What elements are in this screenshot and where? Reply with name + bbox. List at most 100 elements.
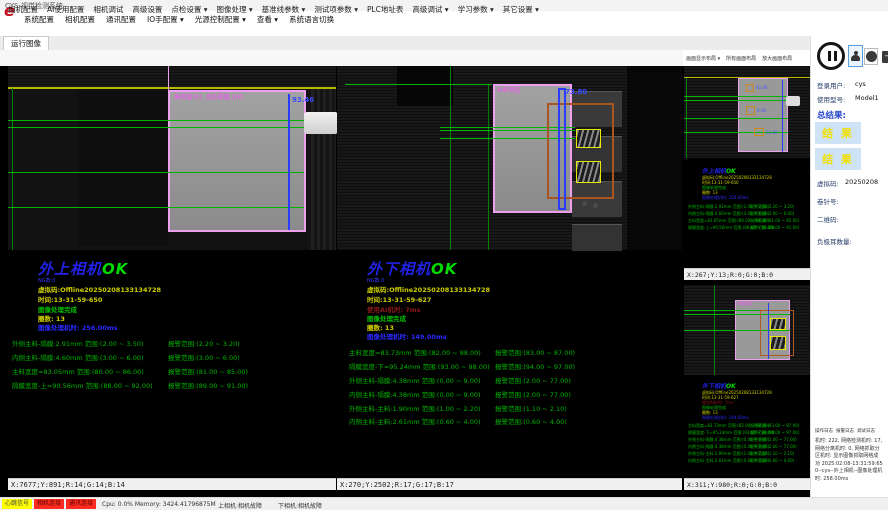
log-tab-operation[interactable]: 操作日志 xyxy=(815,428,833,434)
tool-advanced-debug[interactable]: 高级调试 ▾ xyxy=(412,4,448,15)
camera-result-title: 外上相机OK xyxy=(702,166,736,175)
menu-view[interactable]: 查看 ▾ xyxy=(257,14,278,25)
log-tab-alarm[interactable]: 报警日志 xyxy=(836,428,854,434)
measurement-row: 主料宽度=83.05mm 范围:(80.00 ~ 86.00) xyxy=(12,366,144,376)
overlay-green-line xyxy=(684,96,788,97)
toolbar xyxy=(0,50,683,67)
threshold-note: 高阈值:93, 动态阈值:100 xyxy=(174,92,243,101)
tab-strip xyxy=(0,36,888,51)
winding-pin-label: 卷针号: xyxy=(817,196,839,206)
tool-test-params[interactable]: 测试项参数 ▾ xyxy=(314,4,358,15)
tool-other-settings[interactable]: 其它设置 ▾ xyxy=(503,4,539,15)
alarm-range: 报警范围:(89.00 ~ 91.00) xyxy=(168,380,248,390)
tool-ai-config[interactable]: AI使用配置 xyxy=(47,4,84,15)
tool-learn-params[interactable]: 学习参数 ▾ xyxy=(458,4,494,15)
tool-advanced-settings[interactable]: 高级设置 xyxy=(132,4,162,15)
toolbar-items: 相机配置 AI使用配置 相机调试 高级设置 点检设置 ▾ 图像处理 ▾ 基准线参… xyxy=(8,4,539,15)
overlay-green-line xyxy=(8,127,304,128)
mini-view-upper[interactable]: 92.48 8.06 23.40 外上相机OK 虚拟码:Offline20250… xyxy=(684,66,810,280)
qr-code-label: 二维码: xyxy=(817,214,839,224)
layout-tab-display[interactable]: 画面显示布局 ▾ xyxy=(686,55,720,62)
overlay-green-vline xyxy=(12,88,13,250)
menu-comm-config[interactable]: 通讯配置 xyxy=(106,14,136,25)
app-status-bar: 心跳信号 相机连接 通讯连接 Cpu: 0.0% Memory: 3424.41… xyxy=(0,497,888,510)
menu-language-switch[interactable]: 系统语言切换 xyxy=(289,14,334,25)
login-user-value: cys xyxy=(855,80,866,88)
alarm-range: 报警范围:(83.00 ~ 87.00) xyxy=(495,347,575,357)
alarm-range: 报警范围:(83.00 ~ 87.00) xyxy=(750,423,799,429)
overlay-green-line xyxy=(8,120,304,121)
overlay-orange-box xyxy=(746,106,755,115)
connector-tab xyxy=(304,112,338,134)
pixel-coordinate-bar: X:311;Y:980;R:0;G:0;B:0 xyxy=(684,478,810,490)
user-icon xyxy=(851,51,860,62)
camera-result: OK xyxy=(102,260,128,278)
pause-button[interactable] xyxy=(817,42,845,70)
log-tabs: 操作日志 报警日志 调试日志 xyxy=(815,428,875,434)
upper-camera-status: 上相机:相机故障 xyxy=(218,501,262,510)
overlay-pink-vline xyxy=(168,66,169,90)
heartbeat-badge: 心跳信号 xyxy=(2,499,32,509)
tool-baseline-params[interactable]: 基准线参数 ▾ xyxy=(262,4,306,15)
machine-texture xyxy=(627,66,682,250)
cpu-memory-text: Cpu: 0.0% Memory: 3424.41796875M xyxy=(102,501,216,508)
layout-tab-all[interactable]: 所有画面布局 xyxy=(726,55,756,62)
camera-sub-info: NG数:0 xyxy=(38,277,55,284)
overlay-green-vline xyxy=(488,84,489,250)
machine-block xyxy=(572,224,622,251)
alarm-range: 报警范围:(81.00 ~ 85.00) xyxy=(168,366,248,376)
tab-run-image[interactable]: 运行图像 xyxy=(3,36,49,50)
time-line: 时间:13-31-59-627 xyxy=(367,294,431,304)
camera-result: OK xyxy=(726,168,736,175)
mini-measure-label: 8.06 xyxy=(757,108,766,113)
camera-result: OK xyxy=(726,383,736,390)
overlay-measure-line xyxy=(768,303,769,359)
menu-io-config[interactable]: IO手配置 ▾ xyxy=(147,14,184,25)
menu-camera-config[interactable]: 相机配置 xyxy=(65,14,95,25)
overlay-yellow-box xyxy=(770,318,786,330)
tool-plc-address[interactable]: PLC地址表 xyxy=(367,4,403,15)
alarm-range: 报警范围:(0.60 ~ 4.00) xyxy=(495,416,567,426)
overlay-yellow-box xyxy=(576,161,601,183)
connector-tab xyxy=(786,96,800,106)
cell-region xyxy=(168,90,306,232)
camera-name: 外上相机 xyxy=(702,168,726,175)
menu-light-config[interactable]: 光源控制配置 ▾ xyxy=(195,14,246,25)
camera-view-lower[interactable]: AI检测区 73.80 外下相机OK NG数:0 虚拟码:Offline2025… xyxy=(337,66,682,490)
virtual-code-value: 20250208 xyxy=(845,178,878,186)
overlay-measure-line xyxy=(782,80,783,152)
measurement-row: 内侧主料-隔膜:4.60mm 范围:(3.00 ~ 6.00) xyxy=(12,352,144,362)
operator-mode-button[interactable] xyxy=(848,45,863,67)
alarm-range: 报警范围:(89.00 ~ 91.00) xyxy=(750,225,799,231)
mini-view-lower[interactable]: AI检测区 外下相机OK 虚拟码:Offline2025020813313472… xyxy=(684,281,810,490)
engineer-mode-button[interactable] xyxy=(864,48,878,65)
camera-name: 外上相机 xyxy=(38,260,102,278)
measurement-row: 隔膜宽度-上=90.56mm 范围:(88.00 ~ 92.00) xyxy=(12,380,153,390)
layout-strip: 画面显示布局 ▾ 所有画面布局 放大画面布局 xyxy=(683,50,810,67)
camera-result-title: 外下相机OK xyxy=(702,381,736,390)
tool-image-process[interactable]: 图像处理 ▾ xyxy=(217,4,253,15)
layout-tab-zoom[interactable]: 放大画面布局 xyxy=(762,55,792,62)
alarm-range: 报警范围:(94.00 ~ 97.00) xyxy=(750,430,799,436)
tool-spot-check[interactable]: 点检设置 ▾ xyxy=(171,4,207,15)
measure-value: 73.80 xyxy=(565,88,587,96)
overlay-measure-line xyxy=(288,94,290,230)
neg-tab-count-label: 负极耳数量: xyxy=(817,236,852,246)
log-tab-debug[interactable]: 调试日志 xyxy=(857,428,875,434)
bolt-detail xyxy=(582,201,587,206)
exit-button[interactable] xyxy=(879,48,888,65)
overlay-green-line xyxy=(345,84,492,85)
process-time-line: 图像处理机时: 256.00ms xyxy=(702,195,749,201)
virtual-code-line: 虚拟码:Offline20250208133134728 xyxy=(367,284,490,294)
ai-region-note: AI检测区 xyxy=(737,301,753,307)
tool-camera-config[interactable]: 相机配置 xyxy=(8,4,38,15)
menu-system-config[interactable]: 系统配置 xyxy=(24,14,54,25)
alarm-range: 报警范围:(2.00 ~ 77.00) xyxy=(750,437,797,443)
model-value: Model1 xyxy=(855,94,879,102)
bolt-detail xyxy=(593,203,598,208)
measurement-row: 外侧主料-隔膜:2.91mm 范围:(2.00 ~ 3.50) xyxy=(12,338,144,348)
time-line: 时间:13-31-59-650 xyxy=(38,294,102,304)
overlay-orange-box xyxy=(754,128,764,136)
camera-view-upper[interactable]: 高阈值:93, 动态阈值:100 93.46 外上相机OK NG数:0 虚拟码:… xyxy=(8,66,336,490)
tool-camera-debug[interactable]: 相机调试 xyxy=(93,4,123,15)
